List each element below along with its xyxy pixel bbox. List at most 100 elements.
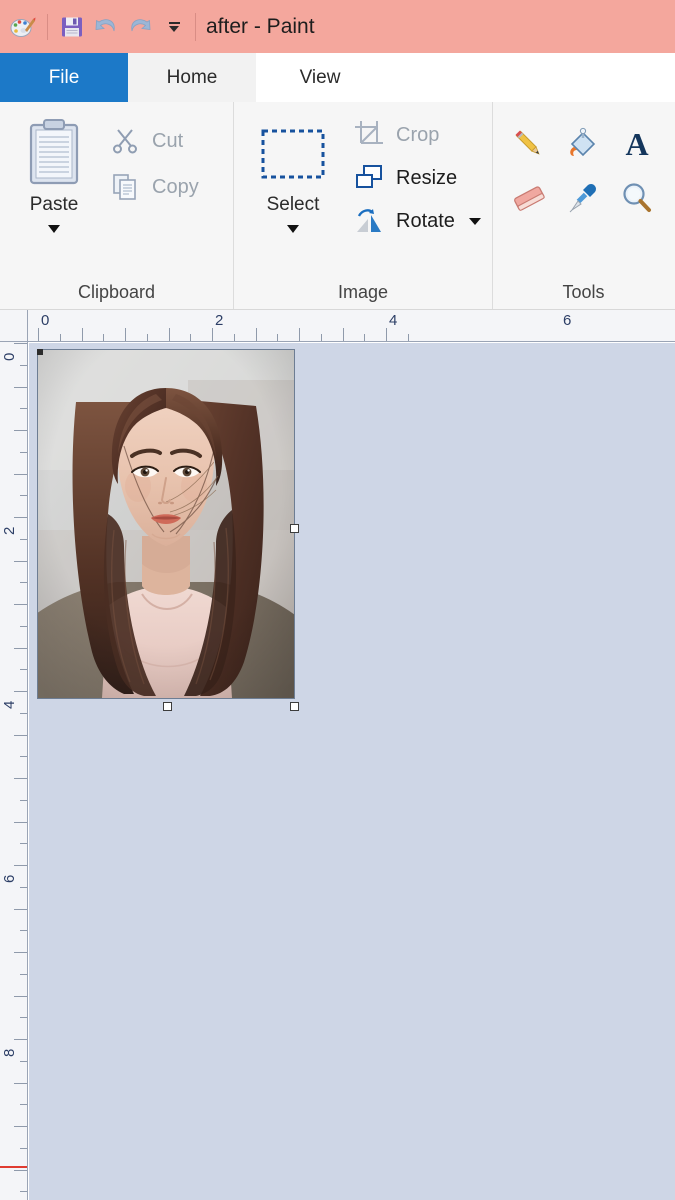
rotate-icon <box>352 204 386 238</box>
undo-icon[interactable] <box>89 10 123 44</box>
image-group-title: Image <box>234 275 492 309</box>
ruler-tick <box>14 996 27 997</box>
copy-button[interactable]: Copy <box>108 170 199 204</box>
ruler-tick <box>321 334 322 341</box>
ruler-tick <box>14 952 27 953</box>
ruler-label: 0 <box>41 312 49 329</box>
tabstrip-filler <box>384 53 675 102</box>
ruler-tick <box>386 328 387 341</box>
ruler-tick <box>256 328 257 341</box>
resize-button[interactable]: Resize <box>352 161 481 195</box>
vertical-ruler[interactable]: 02468 <box>0 310 28 1200</box>
ruler-tick <box>20 626 27 627</box>
ruler-tick <box>147 334 148 341</box>
ruler-label: 8 <box>1 1049 18 1057</box>
ruler-tick <box>20 756 27 757</box>
tools-group-title: Tools <box>493 275 674 309</box>
paste-label: Paste <box>30 194 79 216</box>
select-dropdown-caret[interactable] <box>287 225 299 233</box>
ruler-tick <box>20 930 27 931</box>
ruler-tick <box>212 328 213 341</box>
rotate-dropdown-caret[interactable] <box>469 218 481 225</box>
cut-button[interactable]: Cut <box>108 124 199 158</box>
ruler-tick <box>20 452 27 453</box>
cut-label: Cut <box>152 130 183 153</box>
image-selection[interactable] <box>38 350 294 698</box>
ruler-label: 2 <box>1 527 18 535</box>
eraser-icon[interactable] <box>503 172 555 224</box>
redo-icon[interactable] <box>123 10 157 44</box>
ruler-tick <box>14 735 27 736</box>
ruler-tick <box>14 778 27 779</box>
ruler-tick <box>20 408 27 409</box>
tab-file-label: File <box>49 67 80 89</box>
tab-home-label: Home <box>167 67 218 89</box>
ruler-tick <box>343 328 344 341</box>
ribbon-group-image: Select <box>233 102 492 309</box>
tab-home[interactable]: Home <box>128 53 256 102</box>
select-button[interactable]: Select <box>234 102 352 233</box>
ruler-tick <box>20 539 27 540</box>
horizontal-ruler[interactable]: 0246 <box>0 310 675 342</box>
ruler-label: 0 <box>1 353 18 361</box>
customize-quick-access-dropdown[interactable] <box>157 10 191 44</box>
copy-documents-icon <box>108 170 142 204</box>
ruler-tick <box>20 365 27 366</box>
titlebar-divider-1 <box>47 14 48 40</box>
paste-dropdown-caret[interactable] <box>48 225 60 233</box>
paste-button[interactable]: Paste <box>0 102 108 233</box>
ruler-tick <box>20 887 27 888</box>
tab-view-label: View <box>300 67 341 89</box>
pasted-photo[interactable] <box>38 350 294 698</box>
selection-handle-bottom-right[interactable] <box>290 702 299 711</box>
magnifier-icon[interactable] <box>611 172 663 224</box>
ruler-tick <box>14 604 27 605</box>
ruler-tick <box>38 328 39 341</box>
ruler-tick <box>14 430 27 431</box>
ruler-tick <box>20 1104 27 1105</box>
clipboard-group-title: Clipboard <box>0 275 233 309</box>
ruler-label: 6 <box>1 875 18 883</box>
ruler-tick <box>234 334 235 341</box>
ruler-tick <box>169 328 170 341</box>
ruler-tick <box>14 387 27 388</box>
ruler-tick <box>277 334 278 341</box>
scissors-icon <box>108 124 142 158</box>
ribbon-group-tools: A <box>492 102 674 309</box>
pencil-icon[interactable] <box>503 118 555 170</box>
ruler-tick <box>20 1148 27 1149</box>
ribbon-tabs: File Home View <box>0 53 675 102</box>
tab-view[interactable]: View <box>256 53 384 102</box>
window-title: after - Paint <box>206 15 315 39</box>
svg-text:A: A <box>625 126 648 162</box>
tab-file[interactable]: File <box>0 53 128 102</box>
canvas-area[interactable] <box>29 343 675 1200</box>
rotate-button[interactable]: Rotate <box>352 204 481 238</box>
crop-button[interactable]: Crop <box>352 118 481 152</box>
ruler-tick <box>20 1061 27 1062</box>
dotted-rectangle-icon <box>258 116 328 192</box>
ruler-tick <box>364 334 365 341</box>
ruler-tick <box>14 343 27 344</box>
text-tool-icon[interactable]: A <box>611 118 663 170</box>
ruler-tick <box>20 713 27 714</box>
ruler-tick <box>14 474 27 475</box>
resize-icon <box>352 161 386 195</box>
ruler-label: 4 <box>389 312 397 329</box>
paint-window: after - Paint File Home View <box>0 0 675 1200</box>
titlebar-divider-2 <box>195 13 196 41</box>
paint-app-icon[interactable] <box>6 10 40 44</box>
ribbon-group-clipboard: Paste <box>0 102 233 309</box>
rotate-label: Rotate <box>396 210 455 233</box>
ruler-tick <box>103 334 104 341</box>
ruler-tick <box>190 334 191 341</box>
selection-handle-middle-right[interactable] <box>290 524 299 533</box>
color-picker-icon[interactable] <box>557 172 609 224</box>
ruler-tick <box>14 1039 27 1040</box>
ruler-tick <box>14 822 27 823</box>
fill-bucket-icon[interactable] <box>557 118 609 170</box>
save-icon[interactable] <box>55 10 89 44</box>
selection-handle-top-left[interactable] <box>37 349 43 355</box>
selection-handle-bottom-center[interactable] <box>163 702 172 711</box>
ruler-tick <box>14 865 27 866</box>
